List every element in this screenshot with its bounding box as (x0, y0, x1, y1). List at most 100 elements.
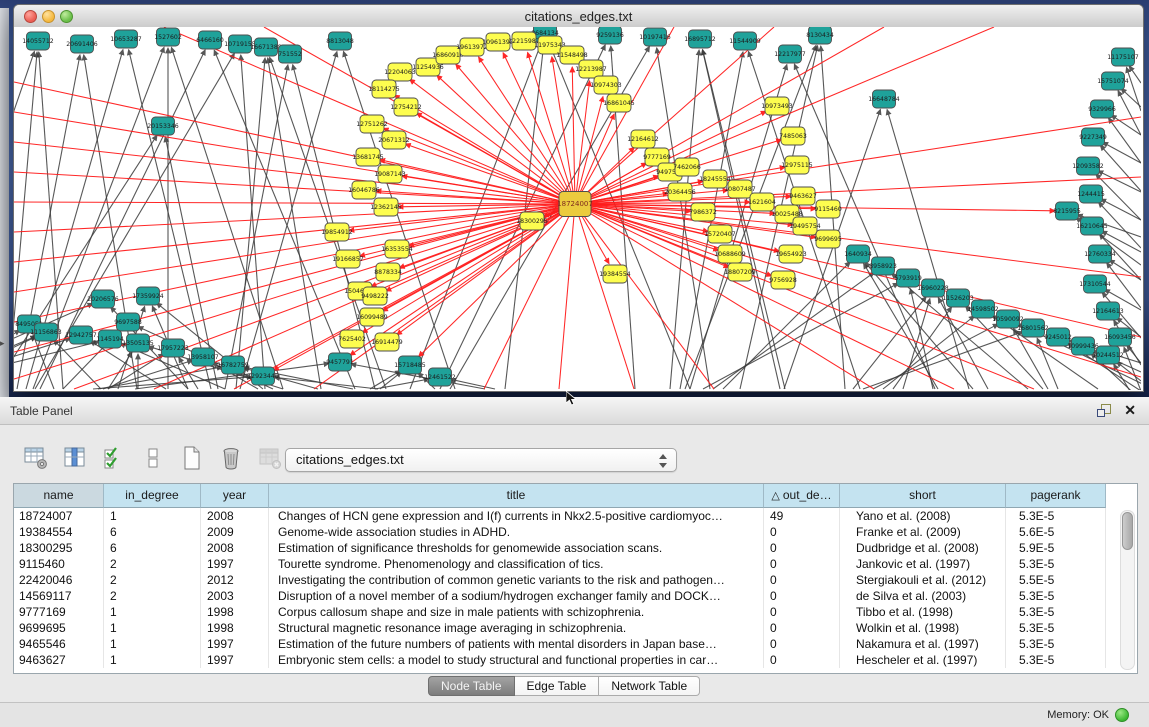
graph-node[interactable]: 7986372 (689, 203, 717, 221)
cell-in_degree[interactable]: 1 (104, 636, 201, 652)
graph-node[interactable]: 13958107 (187, 348, 219, 366)
graph-node[interactable]: 12204063 (384, 63, 416, 81)
graph-node[interactable]: 1640934 (844, 245, 872, 263)
graph-node[interactable]: 18807209 (724, 263, 756, 281)
cell-out_degree[interactable]: 0 (764, 604, 840, 620)
tab-edge-table[interactable]: Edge Table (515, 676, 600, 696)
west-panel-expand-arrow[interactable]: ▸ (0, 338, 5, 349)
graph-node[interactable]: 13681745 (352, 148, 384, 166)
cell-pagerank[interactable]: 5.3E-5 (1006, 604, 1106, 620)
graph-node[interactable]: 12760334 (1084, 245, 1116, 263)
cell-in_degree[interactable]: 1 (104, 652, 201, 668)
graph-node[interactable]: 13505135 (122, 334, 154, 352)
cell-year[interactable]: 2008 (201, 508, 269, 524)
graph-node[interactable]: 15720407 (704, 225, 736, 243)
graph-node[interactable]: 14055712 (22, 32, 54, 50)
graph-node[interactable]: 17310544 (1079, 275, 1111, 293)
graph-node[interactable]: 8813048 (326, 32, 354, 50)
cell-title[interactable]: Genome-wide association studies in ADHD. (269, 524, 764, 540)
cell-out_degree[interactable]: 0 (764, 620, 840, 636)
graph-node[interactable]: 7625402 (338, 330, 366, 348)
cell-pagerank[interactable]: 5.3E-5 (1006, 508, 1106, 524)
table-row[interactable]: 1830029562008Estimation of significance … (14, 540, 1137, 556)
column-header-title[interactable]: title (269, 484, 764, 508)
cell-out_degree[interactable]: 0 (764, 636, 840, 652)
graph-node[interactable]: 12362145 (370, 198, 402, 216)
tab-network-table[interactable]: Network Table (599, 676, 700, 696)
graph-node[interactable]: 12975115 (781, 156, 813, 174)
graph-node[interactable]: 9463627 (789, 187, 817, 205)
cell-pagerank[interactable]: 5.9E-5 (1006, 540, 1106, 556)
graph-node[interactable]: 10244512 (1092, 346, 1124, 364)
cell-in_degree[interactable]: 2 (104, 572, 201, 588)
graph-node[interactable]: 12923446 (247, 367, 279, 385)
column-header-year[interactable]: year (201, 484, 269, 508)
graph-node[interactable]: 7485063 (779, 127, 807, 145)
graph-node[interactable]: 10974303 (590, 76, 622, 94)
graph-node[interactable]: 11175107 (1107, 48, 1139, 66)
cell-name[interactable]: 18724007 (14, 508, 104, 524)
graph-node[interactable]: 12461522 (424, 368, 456, 386)
table-row[interactable]: 969969511998Structural magnetic resonanc… (14, 620, 1137, 636)
graph-node[interactable]: 19654923 (775, 245, 807, 263)
cell-out_degree[interactable]: 0 (764, 652, 840, 668)
cell-pagerank[interactable]: 5.3E-5 (1006, 620, 1106, 636)
graph-node[interactable]: 11526203 (942, 289, 974, 307)
float-panel-icon[interactable] (1097, 404, 1111, 417)
cell-year[interactable]: 1997 (201, 556, 269, 572)
tab-node-table[interactable]: Node Table (428, 676, 515, 696)
graph-node[interactable]: 20671312 (378, 131, 410, 149)
create-new-column-button[interactable] (178, 444, 206, 472)
cell-title[interactable]: Changes of HCN gene expression and I(f) … (269, 508, 764, 524)
cell-name[interactable]: 9115460 (14, 556, 104, 572)
graph-node[interactable]: 10688609 (714, 245, 746, 263)
cell-year[interactable]: 2009 (201, 524, 269, 540)
graph-node[interactable]: 8878334 (374, 263, 402, 281)
graph-node[interactable]: 12217977 (774, 45, 806, 63)
cell-pagerank[interactable]: 5.6E-5 (1006, 524, 1106, 540)
graph-node[interactable]: 20206576 (87, 290, 119, 308)
graph-node[interactable]: 18300295 (516, 212, 548, 230)
table-row[interactable]: 946362711997Embryonic stem cells: a mode… (14, 652, 1137, 668)
graph-node-hub[interactable]: 18724007 (557, 192, 593, 217)
graph-node[interactable]: 8958923 (869, 257, 897, 275)
cell-year[interactable]: 1998 (201, 604, 269, 620)
table-row[interactable]: 946554611997Estimation of the future num… (14, 636, 1137, 652)
cell-pagerank[interactable]: 5.3E-5 (1006, 652, 1106, 668)
show-columns-button[interactable] (61, 444, 89, 472)
cell-title[interactable]: Estimation of significance thresholds fo… (269, 540, 764, 556)
cell-in_degree[interactable]: 1 (104, 508, 201, 524)
cell-pagerank[interactable]: 5.3E-5 (1006, 588, 1106, 604)
cell-name[interactable]: 9699695 (14, 620, 104, 636)
cell-short[interactable]: Wolkin et al. (1998) (840, 620, 1006, 636)
graph-node[interactable]: 18114275 (368, 80, 400, 98)
graph-node[interactable]: 10197416 (639, 28, 671, 46)
graph-node[interactable]: 16895712 (684, 30, 716, 48)
cell-out_degree[interactable]: 0 (764, 588, 840, 604)
graph-node[interactable]: 12093582 (1072, 157, 1104, 175)
delete-table-button[interactable] (256, 444, 284, 472)
cell-name[interactable]: 18300295 (14, 540, 104, 556)
citation-network-graph[interactable]: 1405571220691406106532871527602646616010… (14, 27, 1141, 390)
graph-node[interactable]: 20364456 (664, 183, 696, 201)
cell-name[interactable]: 14569117 (14, 588, 104, 604)
table-row[interactable]: 2242004622012Investigating the contribut… (14, 572, 1137, 588)
graph-node[interactable]: 16861045 (603, 94, 635, 112)
cell-title[interactable]: Structural magnetic resonance image aver… (269, 620, 764, 636)
cell-short[interactable]: Stergiakouli et al. (2012) (840, 572, 1006, 588)
cell-name[interactable]: 9463627 (14, 652, 104, 668)
graph-node[interactable]: 9756928 (769, 271, 797, 289)
graph-node[interactable]: 19854912 (321, 223, 353, 241)
graph-node[interactable]: 10973493 (761, 97, 793, 115)
graph-node[interactable]: 20153346 (147, 117, 179, 135)
cell-short[interactable]: Dudbridge et al. (2008) (840, 540, 1006, 556)
graph-node[interactable]: 19087143 (374, 165, 406, 183)
table-row[interactable]: 1456911722003Disruption of a novel membe… (14, 588, 1137, 604)
graph-node[interactable]: 15718485 (394, 356, 426, 374)
graph-node[interactable]: 11544909 (729, 32, 761, 50)
cell-year[interactable]: 1997 (201, 652, 269, 668)
cell-in_degree[interactable]: 6 (104, 540, 201, 556)
table-chooser-select[interactable]: citations_edges.txt (285, 448, 677, 472)
graph-node[interactable]: 12942757 (65, 326, 97, 344)
graph-node[interactable]: 9699695 (814, 230, 842, 248)
